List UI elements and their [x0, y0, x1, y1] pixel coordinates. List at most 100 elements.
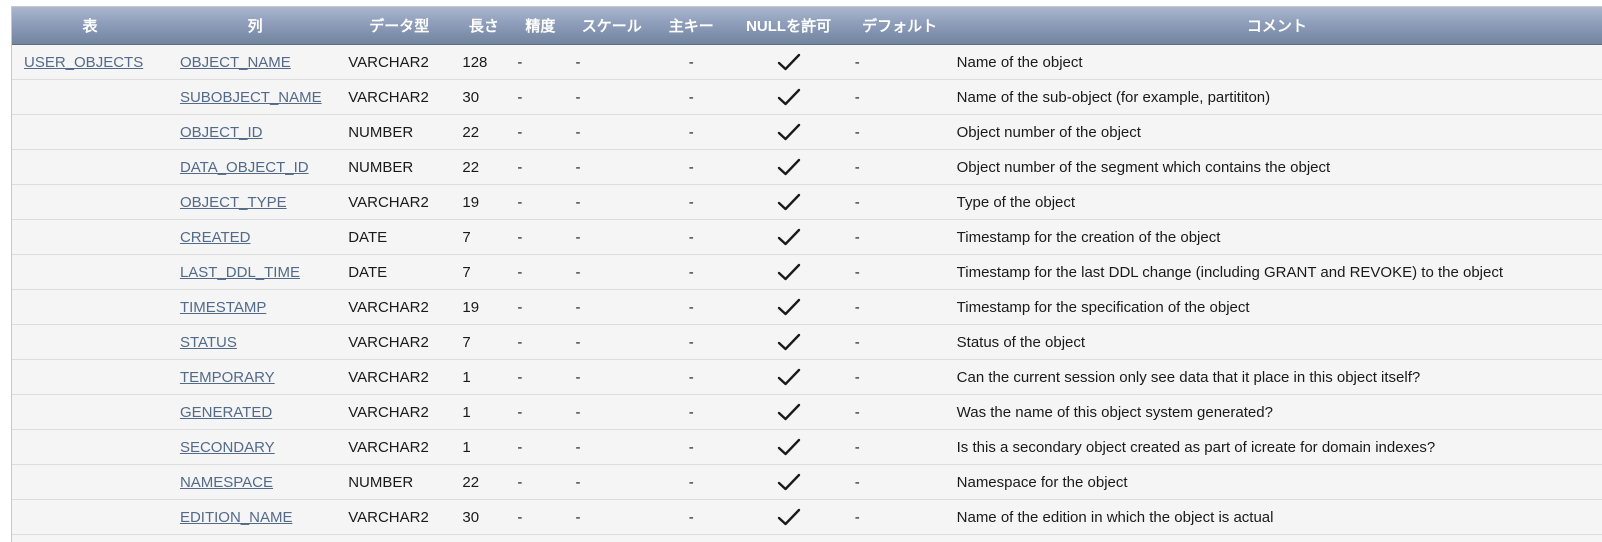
- table-name-link[interactable]: USER_OBJECTS: [24, 54, 143, 71]
- comment-cell: Object number of the object: [950, 114, 1602, 150]
- column-name-cell[interactable]: CREATED: [167, 219, 343, 255]
- nullable-cell: [728, 114, 849, 150]
- comment-cell: Timestamp for the specification of the o…: [950, 289, 1602, 325]
- column-name-link[interactable]: SUBOBJECT_NAME: [180, 89, 322, 106]
- precision-cell: -: [511, 359, 570, 395]
- length-cell: 7: [456, 254, 512, 290]
- scale-cell: -: [569, 289, 655, 325]
- default-cell: -: [848, 254, 951, 290]
- comment-cell: Was the name of this object system gener…: [950, 394, 1602, 430]
- data-type-cell: VARCHAR2: [342, 324, 457, 360]
- column-name-cell[interactable]: TIMESTAMP: [167, 289, 343, 325]
- default-cell: -: [848, 394, 951, 430]
- data-type-cell: VARCHAR2: [342, 44, 457, 80]
- precision-cell: -: [511, 499, 570, 535]
- column-name-cell[interactable]: OBJECT_TYPE: [167, 184, 343, 220]
- column-name-cell[interactable]: NAMESPACE: [167, 464, 343, 500]
- checkmark-icon: [728, 53, 848, 71]
- comment-cell: Type of the object: [950, 184, 1602, 220]
- data-type-cell: DATE: [342, 219, 457, 255]
- nullable-cell: [728, 394, 849, 430]
- length-cell: 1: [456, 359, 512, 395]
- column-name-link[interactable]: OBJECT_ID: [180, 124, 263, 141]
- table-row: LAST_DDL_TIME DATE 7- - - - Timestamp for the …: [12, 254, 1602, 290]
- table-name-cell: [12, 394, 168, 430]
- column-name-cell[interactable]: OBJECT_NAME: [167, 44, 343, 80]
- column-name-link[interactable]: CREATED: [180, 229, 251, 246]
- length-cell: 19: [456, 184, 512, 220]
- column-name-link[interactable]: STATUS: [180, 334, 237, 351]
- nullable-cell: [728, 254, 849, 290]
- nullable-cell: [728, 464, 849, 500]
- primary-key-cell: -: [654, 429, 729, 465]
- column-name-link[interactable]: SECONDARY: [180, 439, 275, 456]
- header-data-type: データ型: [342, 7, 457, 45]
- table-row: CREATED DATE 7- - - - Timestamp for the creati…: [12, 219, 1602, 255]
- column-name-cell[interactable]: OBJECT_ID: [167, 114, 343, 150]
- length-cell: 30: [456, 79, 512, 115]
- column-name-link[interactable]: LAST_DDL_TIME: [180, 264, 300, 281]
- header-precision: 精度: [511, 7, 570, 45]
- length-cell: 1: [456, 429, 512, 465]
- table-row: NAMESPACE NUMBER 22- - - - Namespace for the o…: [12, 464, 1602, 500]
- primary-key-cell: -: [654, 359, 729, 395]
- column-name-cell[interactable]: SECONDARY: [167, 429, 343, 465]
- table-row: EDITION_NAME VARCHAR2 30- - - - Name of the ed…: [12, 499, 1602, 535]
- table-row: TEMPORARY VARCHAR2 1- - - - Can the current se…: [12, 359, 1602, 395]
- table-name-cell: [12, 219, 168, 255]
- column-name-link[interactable]: OBJECT_NAME: [180, 54, 291, 71]
- primary-key-cell: -: [654, 149, 729, 185]
- nullable-cell: [728, 429, 849, 465]
- precision-cell: -: [511, 114, 570, 150]
- checkmark-icon: [728, 403, 848, 421]
- column-name-cell[interactable]: LAST_DDL_TIME: [167, 254, 343, 290]
- comment-cell: Name of the sub-object (for example, par…: [950, 79, 1602, 115]
- scale-cell: -: [569, 79, 655, 115]
- column-name-cell[interactable]: GENERATED: [167, 394, 343, 430]
- table-name-cell: [12, 254, 168, 290]
- column-name-cell[interactable]: SUBOBJECT_NAME: [167, 79, 343, 115]
- length-cell: 1: [456, 394, 512, 430]
- checkmark-icon: [728, 333, 848, 351]
- table-name-cell[interactable]: USER_OBJECTS: [12, 44, 168, 80]
- table-name-cell: [12, 149, 168, 185]
- checkmark-icon: [728, 368, 848, 386]
- nullable-cell: [728, 324, 849, 360]
- default-cell: -: [848, 359, 951, 395]
- column-name-link[interactable]: GENERATED: [180, 404, 272, 421]
- scale-cell: -: [569, 429, 655, 465]
- data-type-cell: VARCHAR2: [342, 429, 457, 465]
- column-name-cell[interactable]: TEMPORARY: [167, 359, 343, 395]
- column-name-link[interactable]: TEMPORARY: [180, 369, 275, 386]
- length-cell: 22: [456, 114, 512, 150]
- table-row: SECONDARY VARCHAR2 1- - - - Is this a secondar…: [12, 429, 1602, 465]
- column-name-link[interactable]: TIMESTAMP: [180, 299, 266, 316]
- column-name-link[interactable]: OBJECT_TYPE: [180, 194, 287, 211]
- default-cell: -: [848, 464, 951, 500]
- nullable-cell: [728, 184, 849, 220]
- data-type-cell: VARCHAR2: [342, 289, 457, 325]
- table-name-cell: [12, 429, 168, 465]
- precision-cell: -: [511, 254, 570, 290]
- data-type-cell: VARCHAR2: [342, 184, 457, 220]
- column-name-link[interactable]: EDITION_NAME: [180, 509, 293, 526]
- column-name-cell[interactable]: DATA_OBJECT_ID: [167, 149, 343, 185]
- data-type-cell: VARCHAR2: [342, 359, 457, 395]
- scale-cell: -: [569, 359, 655, 395]
- column-name-cell[interactable]: EDITION_NAME: [167, 499, 343, 535]
- default-cell: -: [848, 429, 951, 465]
- comment-cell: Can the current session only see data th…: [950, 359, 1602, 395]
- comment-cell: Namespace for the object: [950, 464, 1602, 500]
- data-type-cell: VARCHAR2: [342, 394, 457, 430]
- header-row: 表 列 データ型 長さ 精度 スケール 主キー NULLを許可 デフォルト コメ…: [12, 7, 1602, 45]
- primary-key-cell: -: [654, 464, 729, 500]
- table-name-cell: [12, 79, 168, 115]
- column-name-link[interactable]: DATA_OBJECT_ID: [180, 159, 309, 176]
- primary-key-cell: -: [654, 184, 729, 220]
- default-cell: -: [848, 44, 951, 80]
- nullable-cell: [728, 79, 849, 115]
- precision-cell: -: [511, 44, 570, 80]
- column-name-link[interactable]: NAMESPACE: [180, 474, 273, 491]
- column-name-cell[interactable]: STATUS: [167, 324, 343, 360]
- checkmark-icon: [728, 88, 848, 106]
